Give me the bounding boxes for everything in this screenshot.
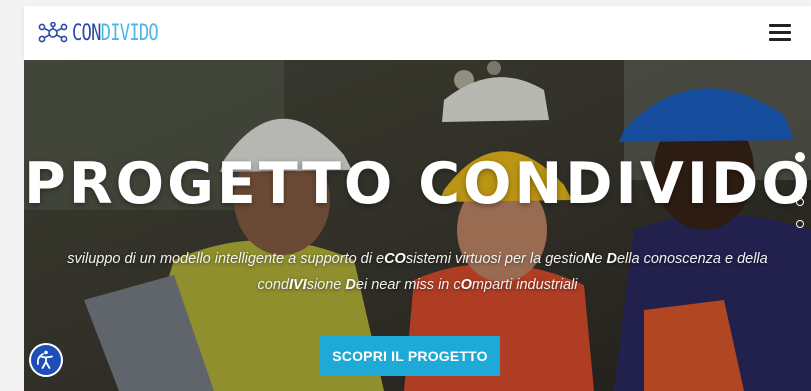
slide-dot-1[interactable] <box>795 152 805 162</box>
subtitle-text: mparti industriali <box>471 277 578 293</box>
subtitle-text: sviluppo di un modello intelligente a su… <box>67 251 385 267</box>
network-logo-icon <box>38 22 68 43</box>
slide-dot-3[interactable] <box>796 198 804 206</box>
logo-text: CONDIVIDO <box>72 20 159 46</box>
subtitle-highlight: IVI <box>288 277 307 293</box>
accessibility-figure-icon <box>36 350 53 369</box>
discover-project-button[interactable]: SCOPRI IL PROGETTO <box>320 336 500 376</box>
hero-slider: PROGETTO CONDIVIDO sviluppo di un modell… <box>24 60 811 391</box>
hamburger-menu-icon[interactable] <box>769 24 791 42</box>
slide-dot-2[interactable] <box>796 176 804 184</box>
subtitle-text: e <box>594 251 607 267</box>
hero-title: PROGETTO CONDIVIDO <box>24 151 811 217</box>
subtitle-text: sistemi virtuosi per la gestio <box>405 251 584 267</box>
subtitle-highlight: CO <box>384 251 406 267</box>
subtitle-text: sione <box>306 277 346 293</box>
subtitle-highlight: O <box>460 277 472 293</box>
logo-text-light: DIVIDO <box>100 20 159 46</box>
top-navbar: CONDIVIDO <box>24 6 811 60</box>
slider-pagination <box>795 152 808 242</box>
subtitle-highlight: D <box>606 251 617 267</box>
subtitle-highlight: N <box>583 251 595 267</box>
accessibility-icon[interactable] <box>29 343 63 377</box>
hero-subtitle: sviluppo di un modello intelligente a su… <box>54 246 781 298</box>
subtitle-highlight: D <box>345 277 356 293</box>
subtitle-text: ei near miss in c <box>355 277 461 293</box>
slide-dot-4[interactable] <box>796 220 804 228</box>
logo[interactable]: CONDIVIDO <box>38 18 182 48</box>
logo-text-bold: CON <box>72 20 101 46</box>
